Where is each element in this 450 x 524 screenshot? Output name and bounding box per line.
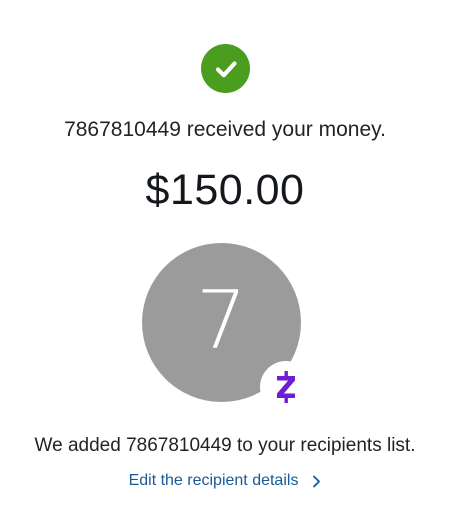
success-checkmark-icon	[201, 44, 250, 93]
chevron-right-icon	[312, 475, 321, 488]
received-message: 7867810449 received your money.	[64, 118, 386, 141]
edit-link-label: Edit the recipient details	[128, 472, 299, 489]
zelle-badge	[260, 361, 312, 413]
avatar-initial: 7	[196, 273, 247, 367]
checkmark-icon	[215, 60, 237, 77]
edit-recipient-details-link[interactable]: Edit the recipient details	[0, 470, 450, 492]
zelle-logo-icon	[277, 371, 295, 403]
transfer-amount: $150.00	[145, 166, 305, 214]
recipient-added-message: We added 7867810449 to your recipients l…	[34, 435, 416, 456]
